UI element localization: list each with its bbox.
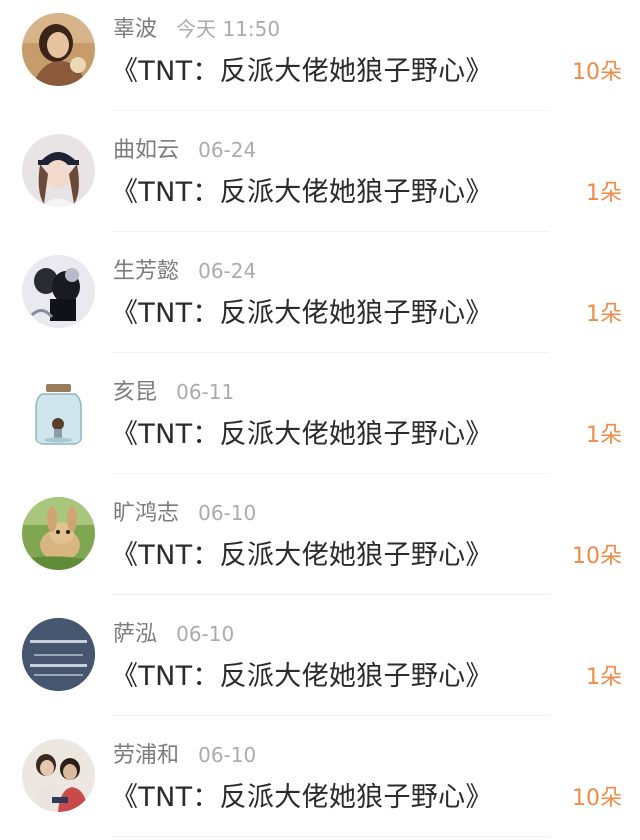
gift-amount: 1朵 xyxy=(586,302,622,327)
divider xyxy=(112,715,550,716)
list-item[interactable]: 亥昆 06-11 《TNT：反派大佬她狼子野心》 1朵 xyxy=(0,363,640,484)
divider xyxy=(112,231,550,232)
book-title[interactable]: 《TNT：反派大佬她狼子野心》 xyxy=(111,778,493,818)
jar-avatar[interactable] xyxy=(22,376,95,449)
item-meta: 曲如云 06-24 xyxy=(113,135,256,165)
item-meta: 亥昆 06-11 xyxy=(113,377,234,407)
gift-amount: 1朵 xyxy=(586,181,622,206)
rabbit-avatar[interactable] xyxy=(22,497,95,570)
item-meta: 生芳懿 06-24 xyxy=(113,256,256,286)
girl-cap-avatar[interactable] xyxy=(22,134,95,207)
timestamp: 06-24 xyxy=(198,259,257,283)
book-title[interactable]: 《TNT：反派大佬她狼子野心》 xyxy=(111,294,493,334)
user-name[interactable]: 旷鸿志 xyxy=(113,501,179,526)
list-item[interactable]: 萨泓 06-10 《TNT：反派大佬她狼子野心》 1朵 xyxy=(0,605,640,726)
list-item[interactable]: 旷鸿志 06-10 《TNT：反派大佬她狼子野心》 10朵 xyxy=(0,484,640,605)
gift-amount: 10朵 xyxy=(572,544,622,569)
user-name[interactable]: 辜波 xyxy=(113,17,157,42)
woman-photo-avatar[interactable] xyxy=(22,13,95,86)
book-title[interactable]: 《TNT：反派大佬她狼子野心》 xyxy=(111,173,493,213)
divider xyxy=(112,836,550,837)
timestamp: 06-10 xyxy=(198,501,257,525)
list-item[interactable]: 劳浦和 06-10 《TNT：反派大佬她狼子野心》 10朵 xyxy=(0,726,640,840)
text-sign-avatar[interactable] xyxy=(22,618,95,691)
divider xyxy=(112,352,550,353)
user-name[interactable]: 亥昆 xyxy=(113,380,157,405)
item-meta: 萨泓 06-10 xyxy=(113,619,234,649)
item-meta: 旷鸿志 06-10 xyxy=(113,498,256,528)
timestamp: 06-10 xyxy=(176,622,235,646)
timestamp: 06-24 xyxy=(198,138,257,162)
divider xyxy=(112,110,550,111)
divider xyxy=(112,473,550,474)
timestamp: 06-11 xyxy=(176,380,235,404)
divider xyxy=(112,594,550,595)
gift-amount: 10朵 xyxy=(572,786,622,811)
user-name[interactable]: 生芳懿 xyxy=(113,259,179,284)
book-title[interactable]: 《TNT：反派大佬她狼子野心》 xyxy=(111,415,493,455)
user-name[interactable]: 劳浦和 xyxy=(113,743,179,768)
gift-record-list: 辜波 今天 11:50 《TNT：反派大佬她狼子野心》 10朵 曲如云 06-2… xyxy=(0,0,640,840)
timestamp: 06-10 xyxy=(198,743,257,767)
user-name[interactable]: 萨泓 xyxy=(113,622,157,647)
couple-avatar[interactable] xyxy=(22,739,95,812)
gift-amount: 1朵 xyxy=(586,665,622,690)
user-name[interactable]: 曲如云 xyxy=(113,138,179,163)
item-meta: 劳浦和 06-10 xyxy=(113,740,256,770)
list-item[interactable]: 生芳懿 06-24 《TNT：反派大佬她狼子野心》 1朵 xyxy=(0,242,640,363)
timestamp: 今天 11:50 xyxy=(176,17,281,41)
book-title[interactable]: 《TNT：反派大佬她狼子野心》 xyxy=(111,536,493,576)
gift-amount: 1朵 xyxy=(586,423,622,448)
gift-amount: 10朵 xyxy=(572,60,622,85)
item-meta: 辜波 今天 11:50 xyxy=(113,14,280,44)
list-item[interactable]: 曲如云 06-24 《TNT：反派大佬她狼子野心》 1朵 xyxy=(0,121,640,242)
book-title[interactable]: 《TNT：反派大佬她狼子野心》 xyxy=(111,52,493,92)
dark-figure-avatar[interactable] xyxy=(22,255,95,328)
list-item[interactable]: 辜波 今天 11:50 《TNT：反派大佬她狼子野心》 10朵 xyxy=(0,0,640,121)
book-title[interactable]: 《TNT：反派大佬她狼子野心》 xyxy=(111,657,493,697)
